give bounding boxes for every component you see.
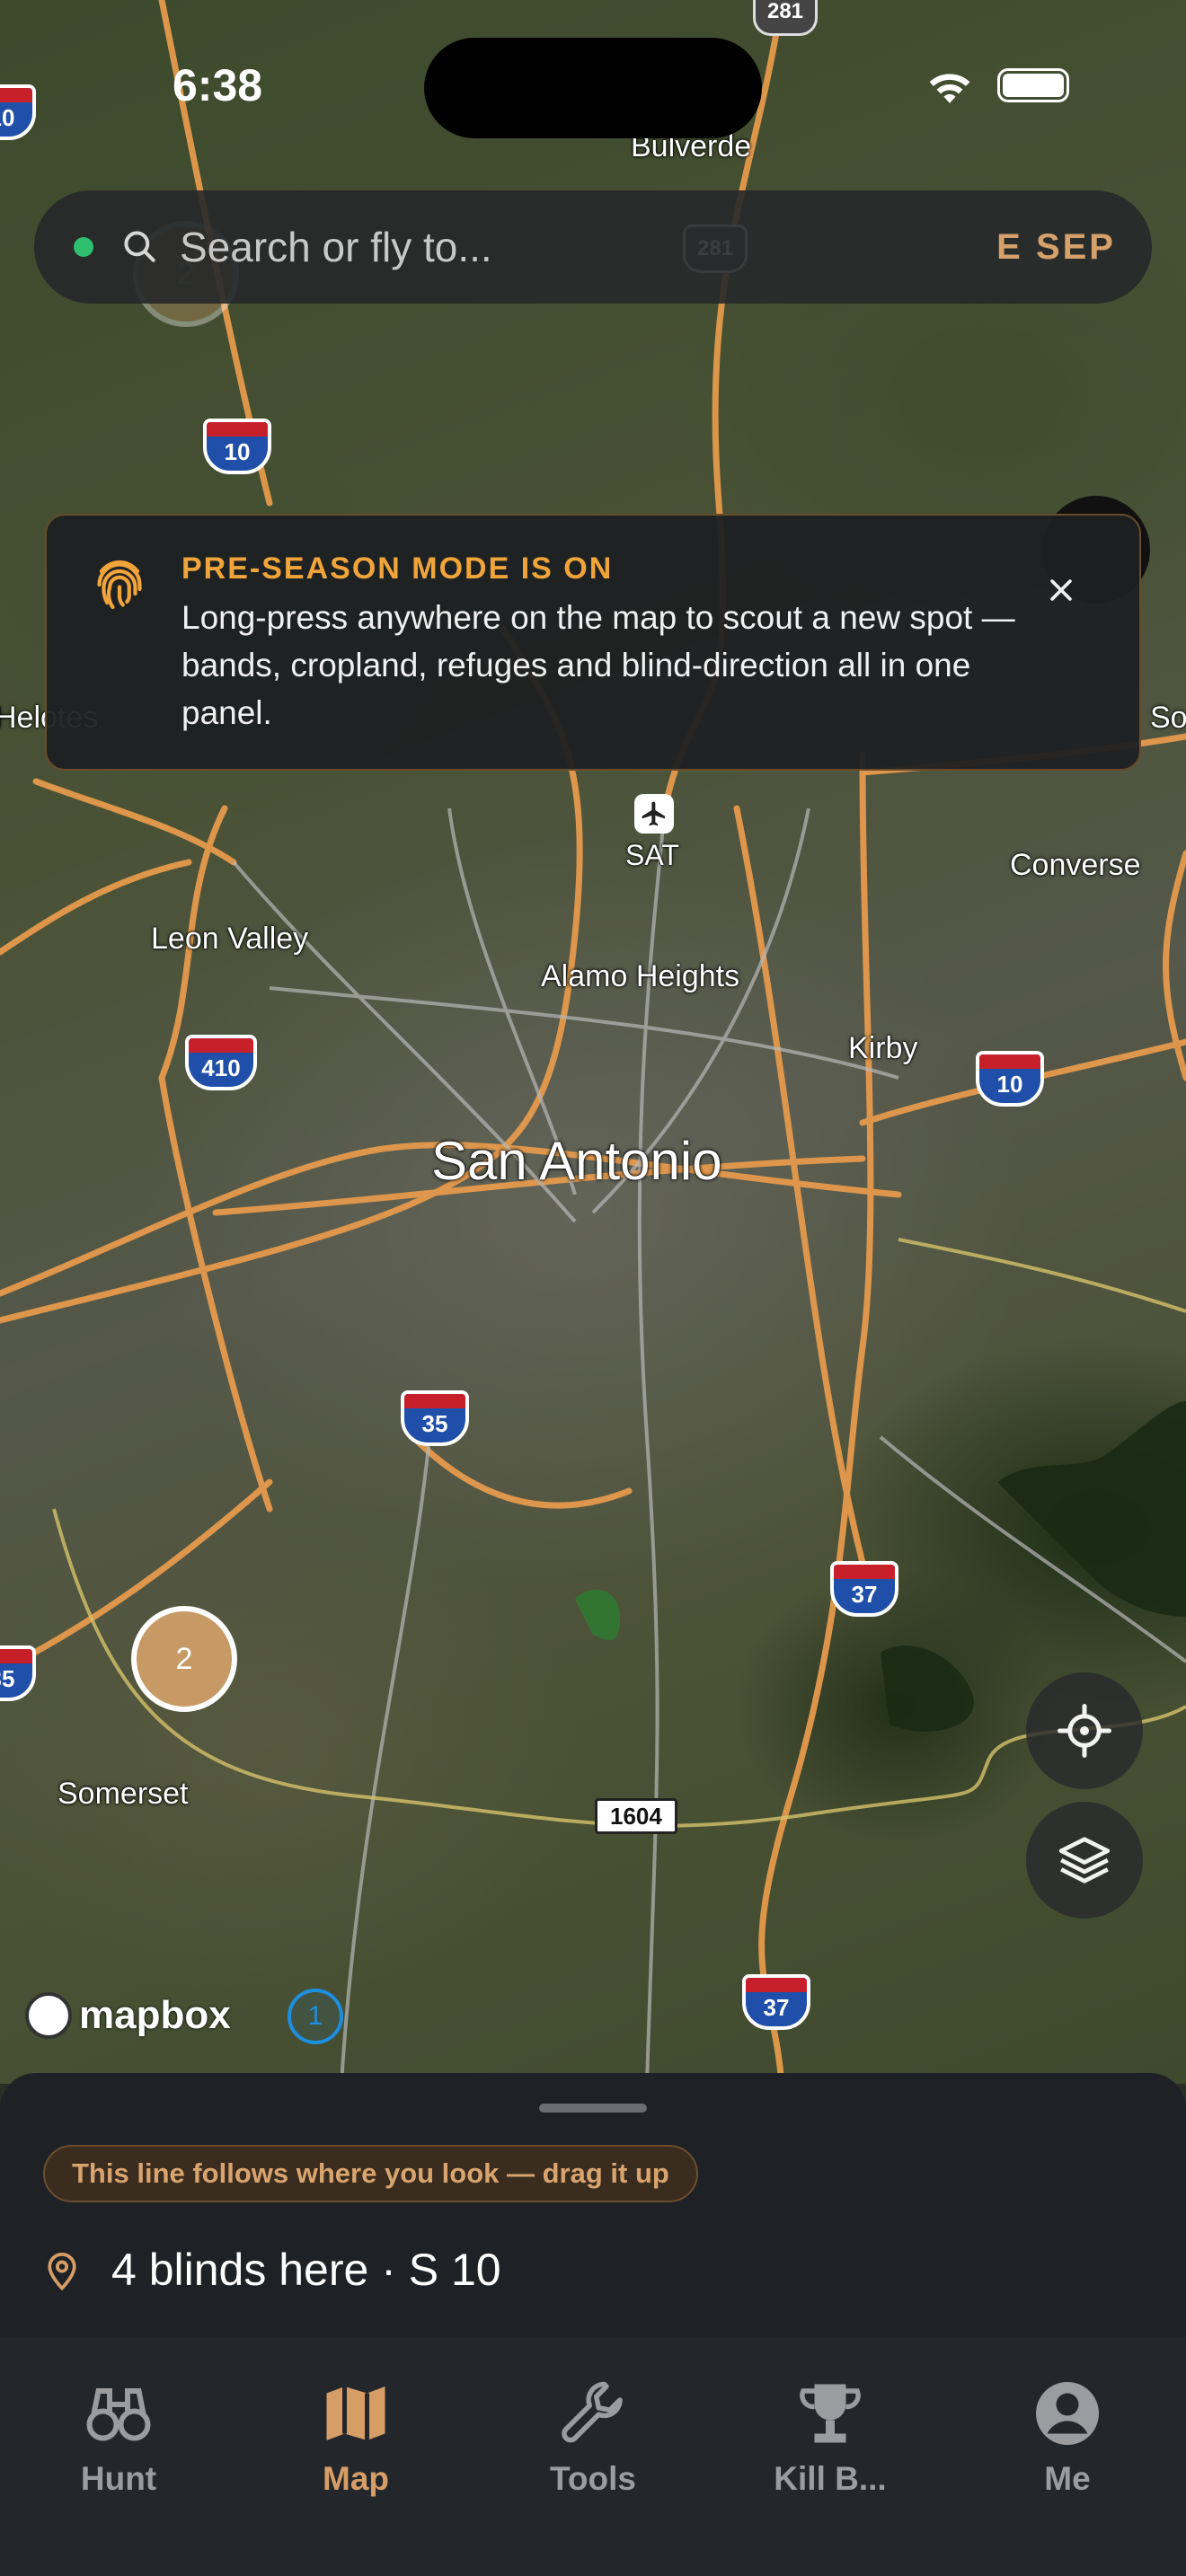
- tab-bar: Hunt Map Tools Kill B... Me: [0, 2338, 1186, 2576]
- wrench-icon: [562, 2381, 623, 2443]
- banner-close-button[interactable]: [1040, 569, 1082, 611]
- interstate-shield: 10: [203, 419, 271, 474]
- location-pin-icon: [48, 2252, 76, 2291]
- map-icon: [326, 2386, 385, 2440]
- tab-label: Tools: [550, 2460, 636, 2497]
- battery-icon: [997, 68, 1069, 102]
- locate-me-button[interactable]: [1026, 1672, 1143, 1789]
- season-badge[interactable]: E SEP: [996, 227, 1116, 268]
- location-info-text: 4 blinds here · S 10: [111, 2245, 501, 2295]
- mapbox-logo-icon: [25, 1992, 72, 2039]
- tab-label: Kill B...: [774, 2460, 887, 2497]
- wifi-icon: [929, 74, 970, 103]
- mapbox-wordmark: mapbox: [79, 1993, 231, 2037]
- tab-label: Hunt: [80, 2460, 157, 2497]
- place-label-leon-valley: Leon Valley: [151, 922, 309, 956]
- blind-marker[interactable]: 1: [288, 1989, 343, 2044]
- search-input[interactable]: [180, 223, 997, 271]
- banner-title: PRE-SEASON MODE IS ON: [181, 551, 614, 586]
- binoculars-icon: [86, 2388, 151, 2441]
- place-label-converse: Converse: [1010, 848, 1141, 882]
- location-info-row[interactable]: 4 blinds here · S 10: [43, 2244, 501, 2296]
- interstate-shield: 35: [401, 1390, 469, 1446]
- state-highway-shield: 1604: [595, 1798, 677, 1834]
- map-view[interactable]: Bulverde Helotes So Leon Valley Alamo He…: [0, 0, 1186, 2084]
- blind-cluster-marker[interactable]: 2: [131, 1606, 237, 1712]
- close-icon: [1050, 579, 1072, 601]
- interstate-shield: 37: [830, 1561, 898, 1617]
- layers-icon: [1058, 1837, 1111, 1883]
- search-bar[interactable]: E SEP: [34, 190, 1152, 304]
- online-status-dot: [74, 237, 93, 257]
- sheet-drag-handle[interactable]: [539, 2104, 647, 2113]
- map-layers-button[interactable]: [1026, 1802, 1143, 1919]
- search-icon: [124, 231, 155, 262]
- status-time: 6:38: [173, 60, 263, 110]
- tab-map[interactable]: Map: [237, 2378, 474, 2576]
- trophy-icon: [800, 2384, 861, 2443]
- place-label-sat: SAT: [625, 839, 679, 871]
- place-label-alamo-heights: Alamo Heights: [541, 959, 740, 993]
- tab-tools[interactable]: Tools: [474, 2378, 712, 2576]
- sheet-hint-chip: This line follows where you look — drag …: [43, 2145, 698, 2202]
- tab-label: Map: [323, 2460, 389, 2497]
- place-label-somerset: Somerset: [58, 1777, 189, 1811]
- interstate-shield: 37: [742, 1974, 810, 2030]
- pre-season-banner: PRE-SEASON MODE IS ON Long-press anywher…: [45, 514, 1141, 771]
- person-icon: [1036, 2382, 1099, 2445]
- interstate-shield: 410: [185, 1035, 257, 1090]
- banner-body: Long-press anywhere on the map to scout …: [181, 599, 1015, 731]
- mapbox-attribution[interactable]: mapbox: [25, 1992, 231, 2039]
- tab-label: Me: [1044, 2460, 1091, 2497]
- place-label-kirby: Kirby: [848, 1031, 918, 1065]
- us-highway-shield: 281: [753, 0, 818, 36]
- tab-kill-book[interactable]: Kill B...: [712, 2378, 949, 2576]
- interstate-shield: 10: [976, 1051, 1044, 1107]
- status-icons: [924, 66, 1069, 104]
- tab-hunt[interactable]: Hunt: [0, 2378, 237, 2576]
- tab-me[interactable]: Me: [949, 2378, 1186, 2576]
- place-label-san-antonio: San Antonio: [431, 1131, 722, 1191]
- crosshair-icon: [1058, 1704, 1111, 1758]
- place-label-so: So: [1150, 701, 1186, 735]
- bottom-sheet[interactable]: This line follows where you look — drag …: [0, 2073, 1186, 2338]
- fingerprint-icon: [97, 560, 142, 610]
- airport-icon: [634, 794, 674, 834]
- dynamic-island: [424, 38, 762, 138]
